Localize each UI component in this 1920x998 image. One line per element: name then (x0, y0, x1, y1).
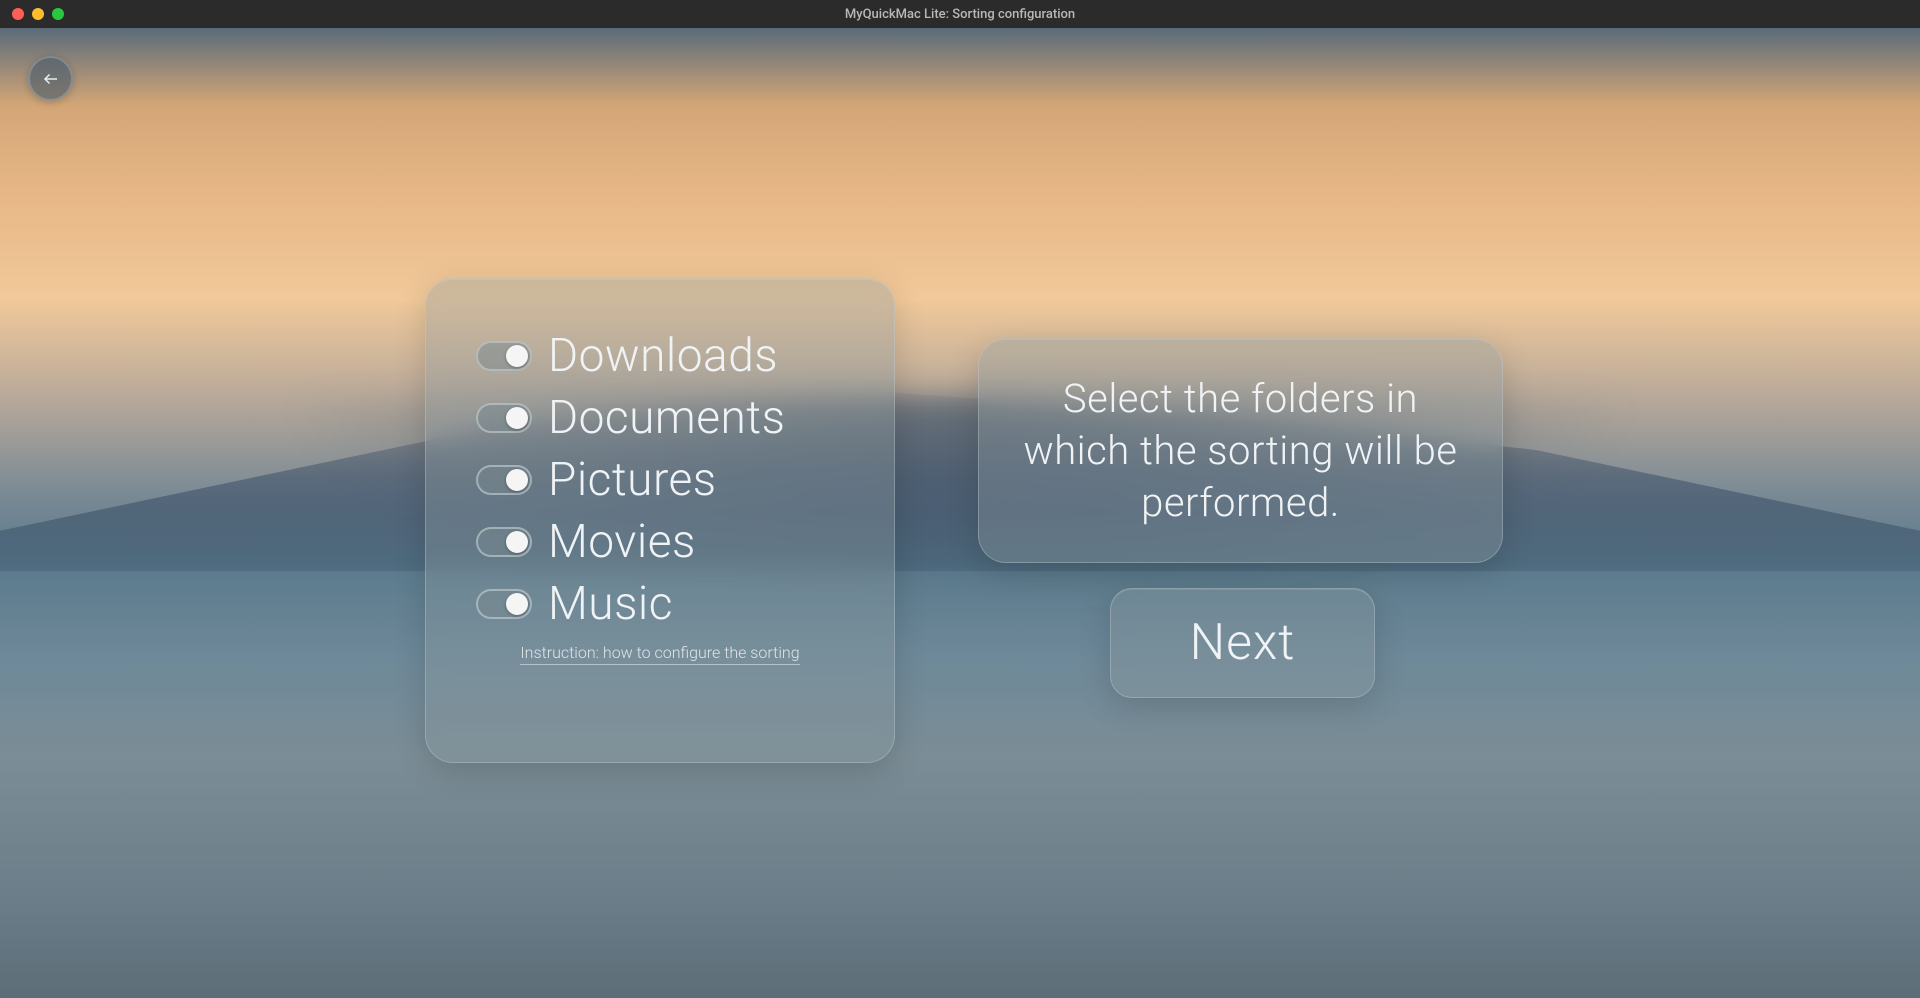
minimize-window-button[interactable] (32, 8, 44, 20)
arrow-left-icon (42, 70, 60, 88)
folder-label-downloads: Downloads (548, 329, 778, 383)
folder-label-documents: Documents (548, 391, 785, 445)
instruction-link-wrapper: Instruction: how to configure the sortin… (476, 643, 844, 662)
folder-row-music: Music (476, 577, 844, 631)
toggle-knob (506, 593, 528, 615)
folder-row-documents: Documents (476, 391, 844, 445)
folder-label-music: Music (548, 577, 673, 631)
toggle-movies[interactable] (476, 527, 532, 557)
toggle-documents[interactable] (476, 403, 532, 433)
folder-label-movies: Movies (548, 515, 696, 569)
traffic-lights (0, 8, 64, 20)
toggle-downloads[interactable] (476, 341, 532, 371)
folder-label-pictures: Pictures (548, 453, 717, 507)
back-button[interactable] (28, 56, 73, 101)
window-title: MyQuickMac Lite: Sorting configuration (845, 7, 1075, 22)
maximize-window-button[interactable] (52, 8, 64, 20)
next-button-label: Next (1190, 614, 1296, 672)
message-panel: Select the folders in which the sorting … (978, 338, 1503, 563)
instruction-link[interactable]: Instruction: how to configure the sortin… (520, 643, 799, 665)
folder-selection-panel: Downloads Documents Pictures Movies Musi… (425, 278, 895, 763)
toggle-knob (506, 531, 528, 553)
window-titlebar: MyQuickMac Lite: Sorting configuration (0, 0, 1920, 28)
close-window-button[interactable] (12, 8, 24, 20)
folder-row-movies: Movies (476, 515, 844, 569)
toggle-knob (506, 345, 528, 367)
folder-row-pictures: Pictures (476, 453, 844, 507)
toggle-pictures[interactable] (476, 465, 532, 495)
main-content: Downloads Documents Pictures Movies Musi… (0, 28, 1920, 998)
message-text: Select the folders in which the sorting … (1019, 373, 1462, 529)
toggle-knob (506, 407, 528, 429)
folder-row-downloads: Downloads (476, 329, 844, 383)
next-button[interactable]: Next (1110, 588, 1375, 698)
toggle-music[interactable] (476, 589, 532, 619)
toggle-knob (506, 469, 528, 491)
